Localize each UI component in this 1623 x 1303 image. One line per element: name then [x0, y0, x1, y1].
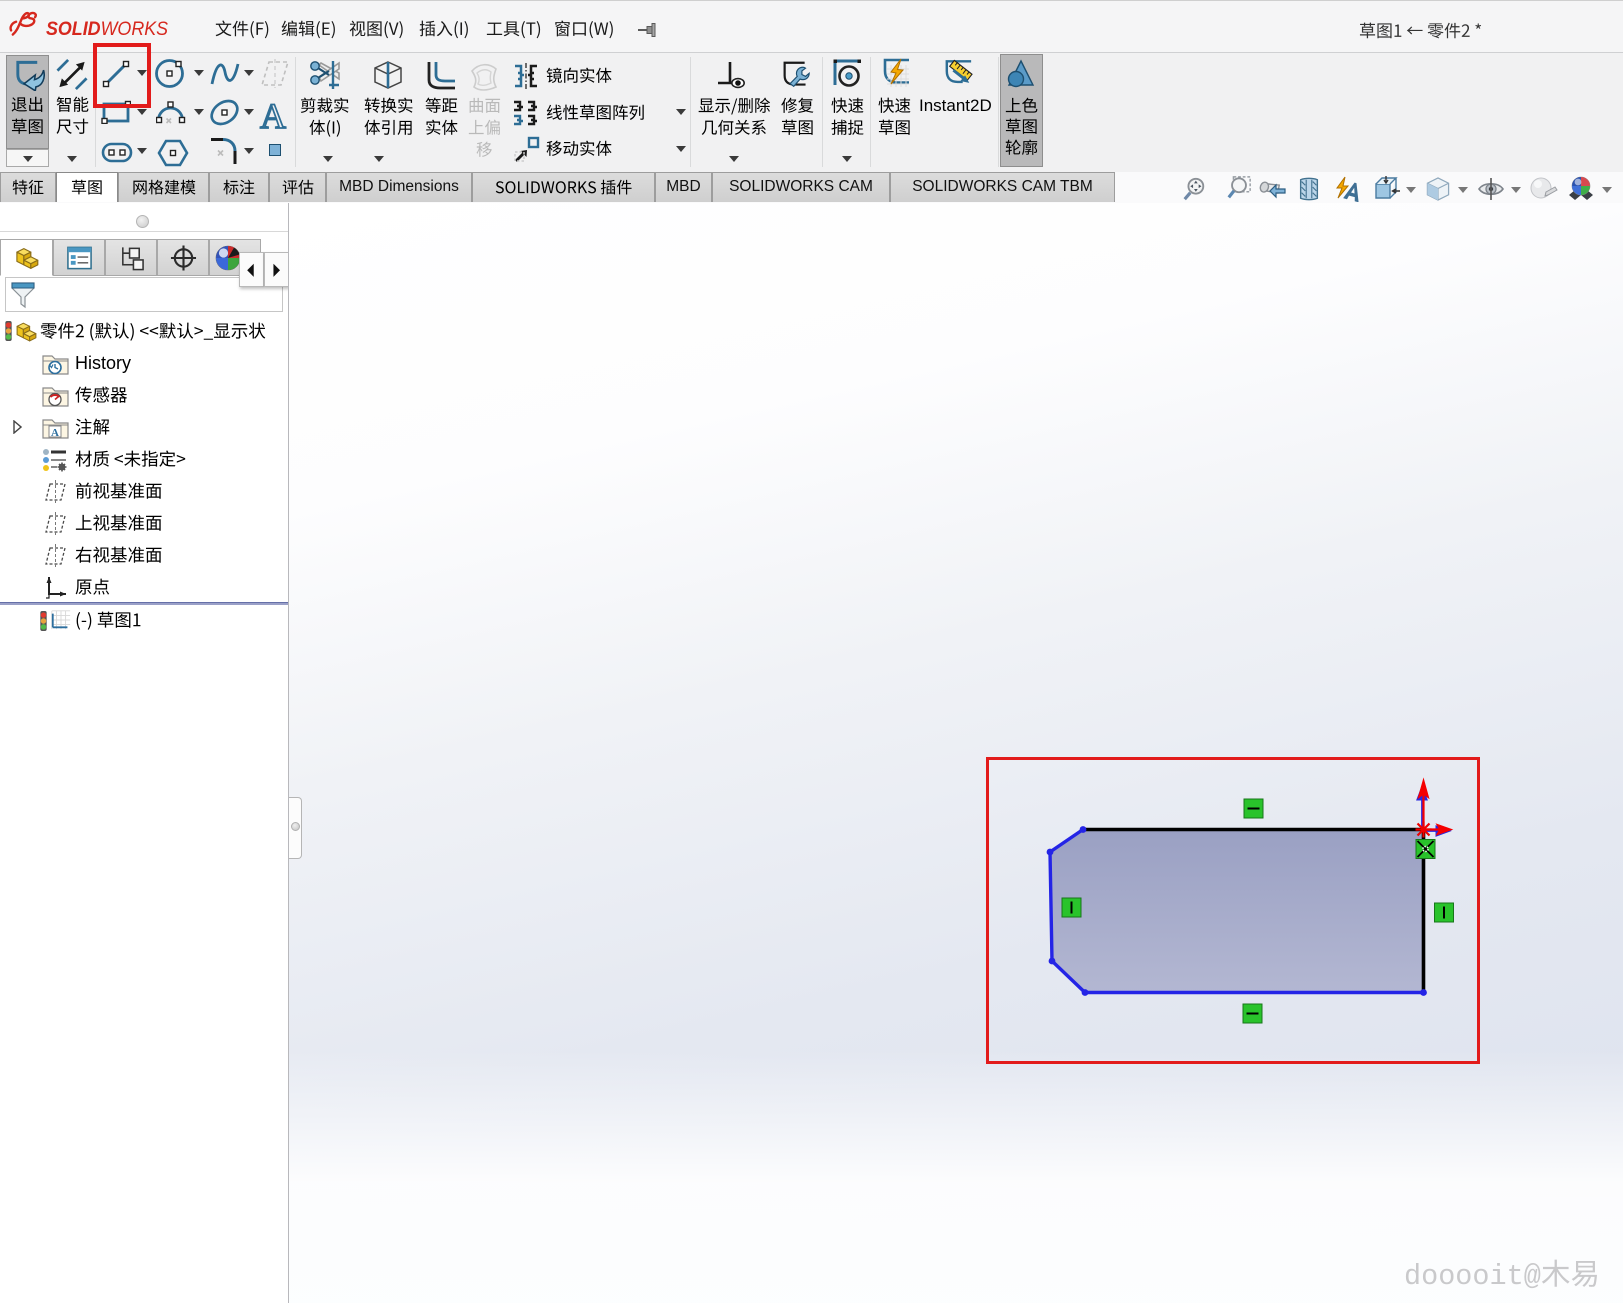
svg-text:A: A: [51, 427, 59, 439]
